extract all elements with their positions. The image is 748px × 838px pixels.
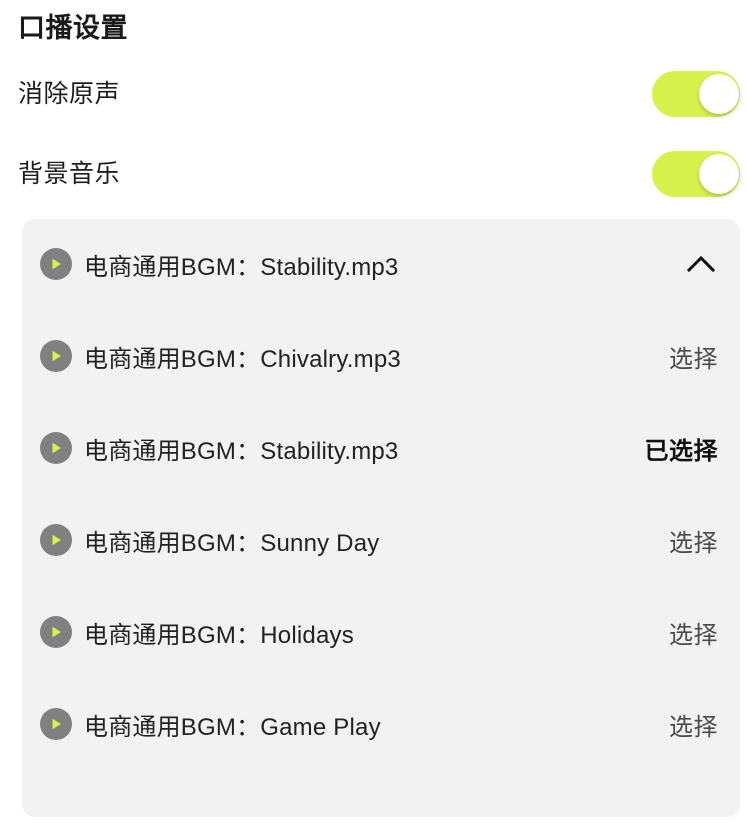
broadcast-settings-page: 口播设置 消除原声 背景音乐 电商通用BGM：Stability.mp3 电商通… [0,0,748,838]
bgm-select-button[interactable]: 选择 [669,615,718,650]
toggle-knob [699,74,739,114]
bgm-list-item[interactable]: 电商通用BGM：Stability.mp3 已选择 [22,416,740,480]
bgm-selected-badge[interactable]: 已选择 [645,431,719,466]
page-title: 口播设置 [18,13,128,43]
setting-label: 背景音乐 [18,160,121,188]
play-circle-icon[interactable] [40,340,72,372]
bgm-select-button[interactable]: 选择 [669,523,718,558]
bgm-item-title: 电商通用BGM：Chivalry.mp3 [84,345,401,373]
bgm-item-title: 电商通用BGM：Stability.mp3 [84,253,399,281]
bgm-list-item[interactable]: 电商通用BGM：Chivalry.mp3 选择 [22,324,740,388]
toggle-remove-original-audio[interactable] [652,71,740,117]
bgm-item-title: 电商通用BGM：Stability.mp3 [84,437,399,465]
play-circle-icon[interactable] [40,248,72,280]
bgm-list-item[interactable]: 电商通用BGM：Sunny Day 选择 [22,508,740,572]
bgm-list-panel: 电商通用BGM：Stability.mp3 电商通用BGM：Chivalry.m… [22,219,740,817]
setting-label: 消除原声 [18,80,121,108]
setting-row-background-music: 背景音乐 [18,151,740,197]
play-circle-icon[interactable] [40,616,72,648]
chevron-up-icon[interactable] [684,252,718,276]
bgm-item-title: 电商通用BGM：Holidays [84,621,354,649]
play-circle-icon[interactable] [40,432,72,464]
bgm-item-title: 电商通用BGM：Sunny Day [84,529,380,557]
bgm-select-button[interactable]: 选择 [669,339,718,374]
play-circle-icon[interactable] [40,524,72,556]
bgm-select-button[interactable]: 选择 [669,707,718,742]
setting-row-remove-original-audio: 消除原声 [18,71,740,117]
toggle-background-music[interactable] [652,151,740,197]
toggle-knob [699,154,739,194]
bgm-list-item[interactable]: 电商通用BGM：Holidays 选择 [22,600,740,664]
bgm-list-item[interactable]: 电商通用BGM：Stability.mp3 [22,232,740,296]
bgm-item-title: 电商通用BGM：Game Play [84,713,381,741]
bgm-list-item[interactable]: 电商通用BGM：Game Play 选择 [22,692,740,756]
play-circle-icon[interactable] [40,708,72,740]
